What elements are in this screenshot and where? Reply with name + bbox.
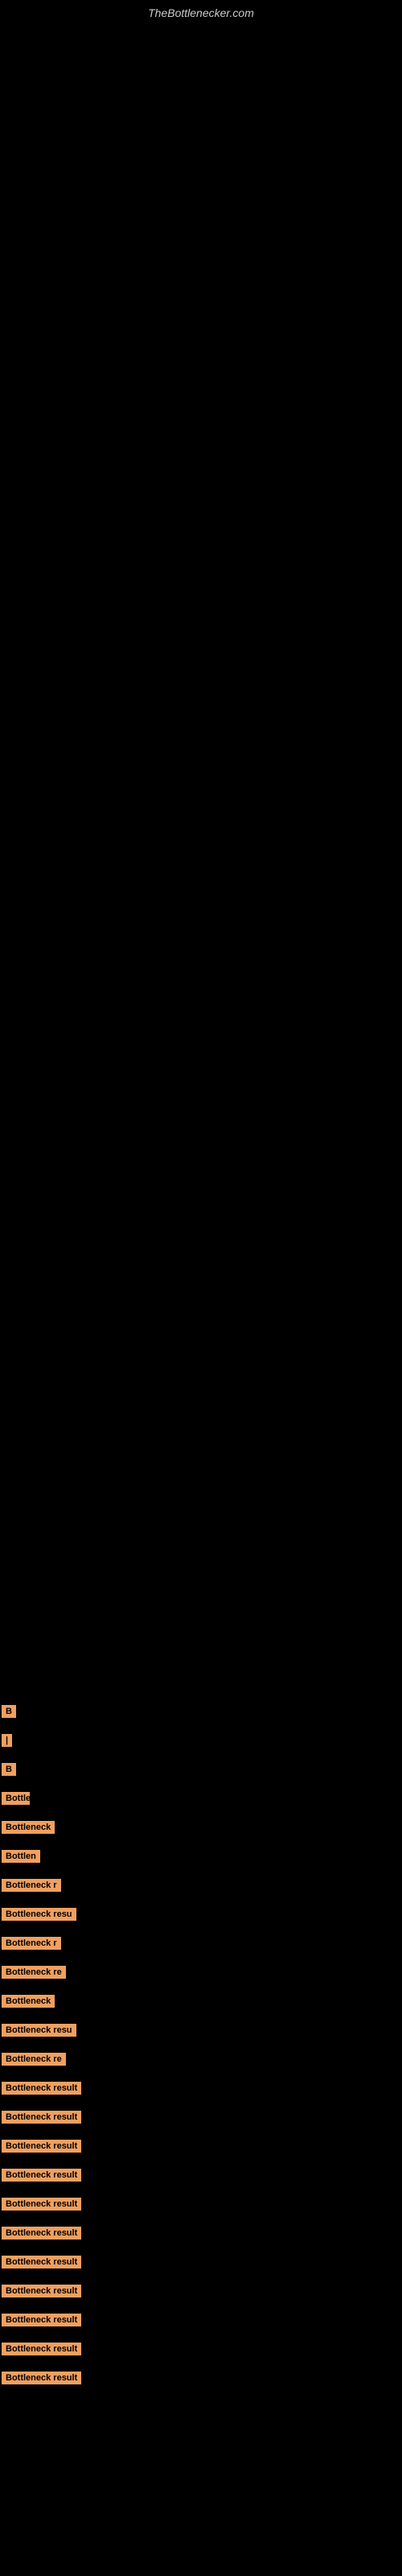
bottleneck-result-label: Bottle (2, 1792, 30, 1805)
bottleneck-items-container: B | B Bottle Bottleneck Bottlen Bottleneck r Bo… (0, 908, 402, 2384)
bottleneck-result-label: Bottleneck re (2, 1966, 66, 1979)
bottleneck-result-label: B (2, 1705, 16, 1718)
list-item: Bottleneck result (2, 2140, 402, 2153)
bottleneck-result-label: Bottleneck result (2, 2082, 81, 2095)
bottleneck-result-label: Bottleneck result (2, 2372, 81, 2384)
bottleneck-result-label: Bottleneck resu (2, 1908, 76, 1921)
list-item: Bottleneck result (2, 2343, 402, 2355)
list-item: Bottleneck result (2, 2111, 402, 2124)
bottleneck-result-label: Bottleneck result (2, 2169, 81, 2182)
list-item: Bottleneck result (2, 2256, 402, 2268)
bottleneck-result-label: | (2, 1734, 12, 1747)
bottleneck-result-label: Bottleneck result (2, 2256, 81, 2268)
list-item: B (2, 1705, 402, 1718)
bottleneck-result-label: Bottleneck (2, 1821, 55, 1834)
list-item: Bottleneck result (2, 2314, 402, 2326)
main-chart-area (0, 23, 402, 908)
list-item: | (2, 1734, 402, 1747)
list-item: Bottlen (2, 1850, 402, 1863)
bottleneck-result-label: Bottleneck result (2, 2285, 81, 2297)
list-item: Bottleneck (2, 1821, 402, 1834)
bottleneck-result-label: Bottleneck re (2, 2053, 66, 2066)
list-item: Bottleneck r (2, 1937, 402, 1950)
bottleneck-result-label: Bottleneck result (2, 2140, 81, 2153)
list-item: Bottleneck result (2, 2198, 402, 2211)
site-title: TheBottlenecker.com (0, 0, 402, 23)
bottleneck-result-label: B (2, 1763, 16, 1776)
bottleneck-result-label: Bottleneck result (2, 2343, 81, 2355)
bottleneck-result-label: Bottleneck result (2, 2111, 81, 2124)
list-item: Bottleneck result (2, 2285, 402, 2297)
list-item: Bottleneck result (2, 2372, 402, 2384)
list-item: Bottleneck resu (2, 1908, 402, 1921)
list-item: Bottleneck r (2, 1879, 402, 1892)
list-item: Bottleneck result (2, 2169, 402, 2182)
bottleneck-result-label: Bottleneck (2, 1995, 55, 2008)
bottleneck-result-label: Bottleneck r (2, 1937, 61, 1950)
bottleneck-result-label: Bottleneck result (2, 2314, 81, 2326)
list-item: Bottleneck result (2, 2227, 402, 2240)
bottleneck-result-label: Bottleneck result (2, 2198, 81, 2211)
list-item: Bottle (2, 1792, 402, 1805)
list-item: Bottleneck result (2, 2082, 402, 2095)
list-item: B (2, 1763, 402, 1776)
bottleneck-result-label: Bottleneck r (2, 1879, 61, 1892)
list-item: Bottleneck re (2, 2053, 402, 2066)
bottleneck-result-label: Bottleneck resu (2, 2024, 76, 2037)
list-item: Bottleneck re (2, 1966, 402, 1979)
list-item: Bottleneck resu (2, 2024, 402, 2037)
list-item: Bottleneck (2, 1995, 402, 2008)
bottleneck-result-label: Bottleneck result (2, 2227, 81, 2240)
bottleneck-result-label: Bottlen (2, 1850, 40, 1863)
